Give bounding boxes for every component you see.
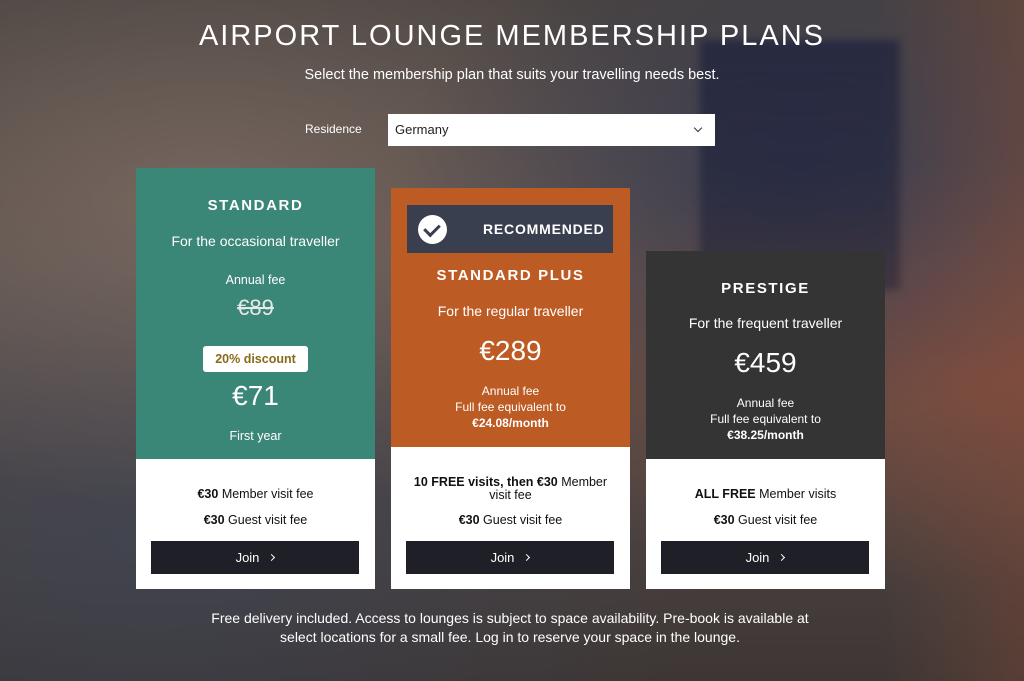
page-subtitle: Select the membership plan that suits yo… bbox=[304, 67, 720, 83]
check-circle-icon bbox=[418, 215, 447, 244]
fee-label: Annual fee bbox=[736, 396, 795, 410]
join-button-prestige[interactable]: Join bbox=[661, 541, 869, 574]
chevron-right-icon bbox=[778, 553, 786, 562]
original-price: €89 bbox=[237, 295, 274, 320]
plan-card-standard: STANDARD For the occasional traveller An… bbox=[136, 168, 375, 589]
background-brick-wall bbox=[880, 0, 1024, 681]
footer-line-1: Free delivery included. Access to lounge… bbox=[211, 610, 809, 626]
chevron-right-icon bbox=[523, 553, 531, 562]
equiv-label: Full fee equivalent to bbox=[710, 412, 821, 426]
fee-label: Annual fee bbox=[225, 273, 286, 287]
price-note: First year bbox=[229, 429, 282, 443]
plan-details: €30 Member visit fee €30 Guest visit fee… bbox=[136, 459, 375, 589]
plan-name: STANDARD PLUS bbox=[436, 267, 585, 284]
plan-tagline: For the occasional traveller bbox=[171, 233, 340, 249]
residence-selected-value: Germany bbox=[395, 122, 449, 137]
join-label: Join bbox=[490, 550, 515, 565]
plan-card-standard-plus: RECOMMENDED STANDARD PLUS For the regula… bbox=[391, 188, 630, 589]
join-label: Join bbox=[235, 550, 260, 565]
equiv-value: €24.08/month bbox=[472, 416, 549, 430]
footer-note: Free delivery included. Access to lounge… bbox=[180, 609, 840, 647]
footer-line-2: select locations for a small fee. Log in… bbox=[280, 629, 740, 645]
plan-header: STANDARD For the occasional traveller An… bbox=[136, 168, 375, 459]
discount-badge: 20% discount bbox=[203, 346, 308, 372]
equiv-value: €38.25/month bbox=[727, 428, 804, 442]
recommended-badge: RECOMMENDED bbox=[407, 205, 613, 253]
fee-label: Annual fee bbox=[481, 384, 540, 398]
member-visit-fee: €30 Member visit fee bbox=[197, 487, 314, 501]
plan-price: €459 bbox=[734, 347, 797, 378]
guest-visit-fee: €30 Guest visit fee bbox=[458, 513, 563, 527]
plan-price: €289 bbox=[479, 335, 542, 366]
join-button-standard[interactable]: Join bbox=[151, 541, 359, 574]
equiv-label: Full fee equivalent to bbox=[455, 400, 566, 414]
page-title: AIRPORT LOUNGE MEMBERSHIP PLANS bbox=[198, 20, 826, 52]
plan-details: 10 FREE visits, then €30 Member visit fe… bbox=[391, 447, 630, 589]
guest-visit-fee: €30 Guest visit fee bbox=[713, 513, 818, 527]
member-visit-fee: ALL FREE Member visits bbox=[694, 487, 837, 501]
plan-name: STANDARD bbox=[207, 197, 304, 214]
member-visit-fee: 10 FREE visits, then €30 Member visit fe… bbox=[413, 475, 608, 502]
join-button-standard-plus[interactable]: Join bbox=[406, 541, 614, 574]
plan-card-prestige: PRESTIGE For the frequent traveller €459… bbox=[646, 251, 885, 589]
chevron-right-icon bbox=[268, 553, 276, 562]
plan-details: ALL FREE Member visits €30 Guest visit f… bbox=[646, 459, 885, 589]
residence-select[interactable]: Germany bbox=[388, 114, 715, 146]
residence-label: Residence bbox=[305, 122, 362, 136]
join-label: Join bbox=[745, 550, 770, 565]
plan-tagline: For the frequent traveller bbox=[688, 315, 843, 331]
recommended-label: RECOMMENDED bbox=[483, 221, 605, 237]
plan-price: €71 bbox=[232, 380, 279, 411]
plan-tagline: For the regular traveller bbox=[437, 303, 584, 319]
plan-header: RECOMMENDED STANDARD PLUS For the regula… bbox=[391, 188, 630, 447]
chevron-down-icon bbox=[693, 123, 703, 133]
plan-header: PRESTIGE For the frequent traveller €459… bbox=[646, 251, 885, 459]
plan-name: PRESTIGE bbox=[721, 280, 810, 297]
guest-visit-fee: €30 Guest visit fee bbox=[203, 513, 308, 527]
